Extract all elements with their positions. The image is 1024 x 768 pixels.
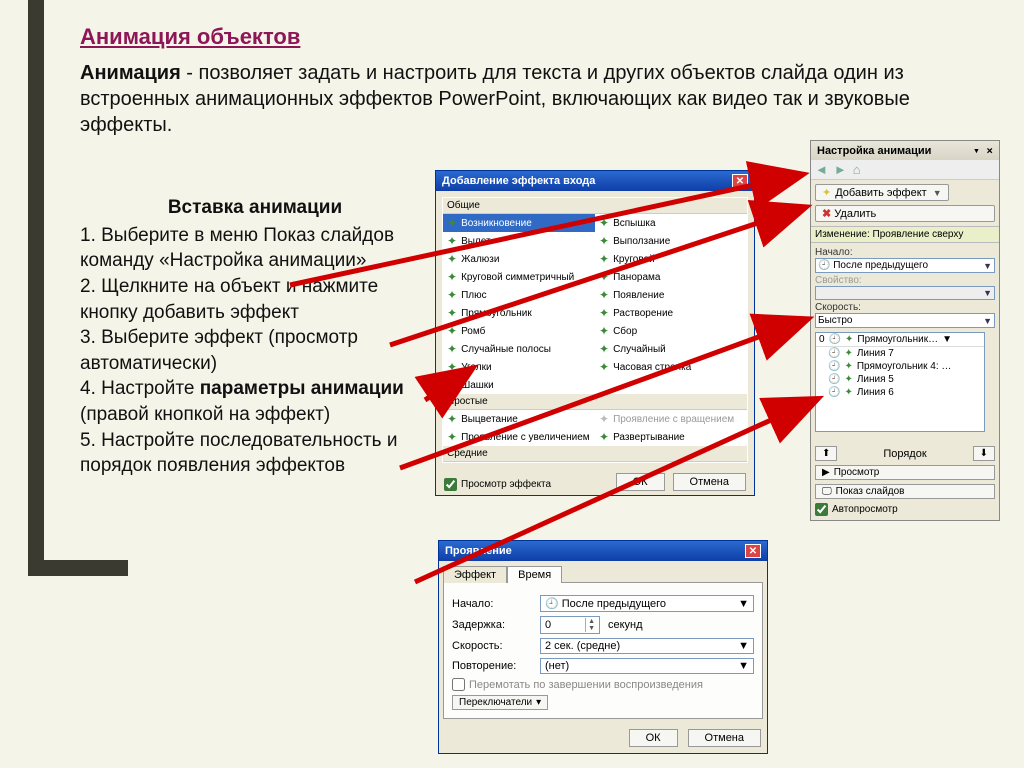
order-label: Порядок bbox=[883, 448, 926, 460]
pane-nav: ◄ ► ⌂ bbox=[811, 160, 999, 180]
tab-effect[interactable]: Эффект bbox=[443, 566, 507, 583]
property-select: ▼ bbox=[815, 286, 995, 300]
list-index: 0 bbox=[819, 334, 825, 345]
nav-fwd-icon[interactable]: ► bbox=[834, 162, 847, 177]
order-up-button[interactable]: ⬆ bbox=[815, 446, 837, 461]
speed-label: Скорость: bbox=[815, 302, 995, 313]
animation-list[interactable]: 0 🕘✦ Прямоугольник…▼ 🕘✦Линия 7 🕘✦Прямоуг… bbox=[815, 332, 985, 432]
ok-button[interactable]: ОК bbox=[616, 473, 665, 491]
star-icon: ✦ bbox=[822, 186, 831, 199]
add-effect-button[interactable]: ✦ Добавить эффект ▼ bbox=[815, 184, 949, 201]
rewind-checkbox[interactable]: Перемотать по завершении воспроизведения bbox=[452, 678, 754, 691]
start-label: Начало: bbox=[815, 247, 995, 258]
intro-bold: Анимация bbox=[80, 62, 181, 84]
chevron-down-icon: ▼ bbox=[933, 188, 942, 198]
nav-home-icon[interactable]: ⌂ bbox=[853, 162, 861, 177]
close-icon[interactable]: ✕ bbox=[732, 174, 748, 188]
delay-input[interactable]: 0 ▲▼ bbox=[540, 616, 600, 634]
pane-close-icon[interactable]: ▾ × bbox=[973, 144, 993, 157]
group-common: Общие bbox=[443, 198, 747, 214]
timing-title: Проявление bbox=[445, 545, 512, 557]
effect-grid[interactable]: ✦Возникновение ✦Вспышка ✦Вылет ✦Выползан… bbox=[443, 214, 747, 394]
ok-button[interactable]: ОК bbox=[629, 729, 678, 747]
cancel-button[interactable]: Отмена bbox=[673, 473, 746, 491]
instructions: Вставка анимации 1. Выберите в меню Пока… bbox=[80, 195, 430, 479]
triggers-button[interactable]: Переключатели ▾ bbox=[452, 695, 548, 710]
start-select[interactable]: 🕘 После предыдущего▼ bbox=[815, 258, 995, 273]
remove-effect-button[interactable]: ✖ Удалить bbox=[815, 205, 995, 222]
tab-time[interactable]: Время bbox=[507, 566, 562, 583]
close-icon[interactable]: ✕ bbox=[745, 544, 761, 558]
pane-title: Настройка анимации ▾ × bbox=[811, 141, 999, 160]
animation-task-pane: Настройка анимации ▾ × ◄ ► ⌂ ✦ Добавить … bbox=[810, 140, 1000, 521]
autopreview-checkbox[interactable]: Автопросмотр bbox=[815, 503, 995, 516]
timing-dialog: Проявление ✕ Эффект Время Начало: 🕘 Посл… bbox=[438, 540, 768, 754]
change-label: Изменение: Проявление сверху bbox=[811, 226, 999, 243]
group-simple: Простые bbox=[443, 394, 747, 410]
dialog-title: Добавление эффекта входа bbox=[442, 175, 595, 187]
instructions-heading: Вставка анимации bbox=[80, 195, 430, 221]
add-effect-dialog: Добавление эффекта входа ✕ Общие ✦Возник… bbox=[435, 170, 755, 496]
order-down-button[interactable]: ⬇ bbox=[973, 446, 995, 461]
preview-button[interactable]: ▶ Просмотр bbox=[815, 465, 995, 480]
slideshow-button[interactable]: 🖵 Показ слайдов bbox=[815, 484, 995, 499]
intro-text: Анимация - позволяет задать и настроить … bbox=[80, 60, 980, 138]
repeat-select[interactable]: (нет)▼ bbox=[540, 658, 754, 674]
timing-speed-select[interactable]: 2 сек. (средне)▼ bbox=[540, 638, 754, 654]
property-label: Свойство: bbox=[815, 275, 995, 286]
remove-icon: ✖ bbox=[822, 208, 831, 220]
group-medium: Средние bbox=[443, 446, 747, 462]
nav-back-icon[interactable]: ◄ bbox=[815, 162, 828, 177]
preview-effect-checkbox[interactable]: Просмотр эффекта bbox=[444, 478, 551, 491]
slide-title: Анимация объектов bbox=[80, 24, 300, 50]
speed-select[interactable]: Быстро▼ bbox=[815, 313, 995, 328]
cancel-button[interactable]: Отмена bbox=[688, 729, 761, 747]
timing-start-select[interactable]: 🕘 После предыдущего▼ bbox=[540, 595, 754, 612]
